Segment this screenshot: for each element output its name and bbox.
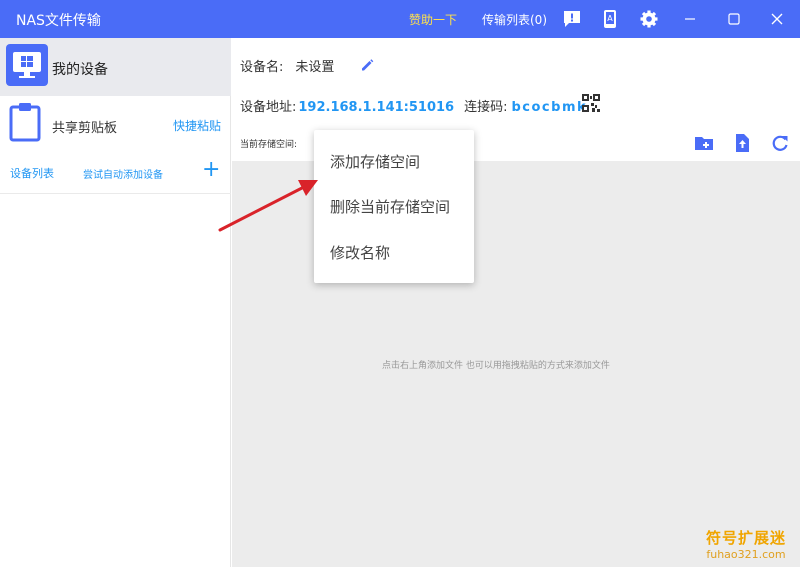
annotation-arrow [218, 180, 318, 232]
device-list-label[interactable]: 设备列表 [10, 165, 54, 181]
maximize-icon[interactable] [724, 9, 744, 29]
menu-item-rename[interactable]: 修改名称 [330, 242, 390, 263]
feedback-icon[interactable] [562, 9, 582, 29]
device-name-value: 未设置 [295, 60, 335, 75]
sponsor-link[interactable]: 赞助一下 [409, 11, 457, 28]
qr-code-icon[interactable] [582, 94, 600, 112]
upload-file-icon[interactable] [732, 133, 752, 153]
watermark: 符号扩展迷 fuhao321.com [700, 527, 792, 563]
sidebar-item-my-device[interactable]: 我的设备 [0, 38, 231, 96]
svg-text:A: A [607, 14, 613, 23]
empty-hint: 点击右上角添加文件 也可以用拖拽粘贴的方式来添加文件 [382, 361, 610, 371]
title-bar: NAS文件传输 赞助一下 传输列表(0) A [0, 0, 800, 38]
shared-clipboard-label: 共享剪贴板 [52, 121, 118, 136]
menu-item-add-storage[interactable]: 添加存储空间 [330, 151, 420, 172]
clipboard-icon [8, 102, 42, 142]
refresh-icon[interactable] [770, 133, 790, 153]
main-panel: 设备名: 未设置 设备地址: 192.168.1.141:51016 连接码: bcoc… [232, 38, 800, 567]
minimize-icon[interactable] [680, 9, 700, 29]
phone-icon[interactable]: A [600, 9, 620, 29]
device-list-header: 设备列表 尝试自动添加设备 + [0, 154, 231, 194]
connection-code-value: bcocbmk [511, 100, 588, 115]
watermark-url: fuhao321.com [706, 548, 786, 561]
connection-code-label: 连接码: [464, 100, 508, 115]
auto-add-device-link[interactable]: 尝试自动添加设备 [83, 166, 163, 181]
quick-paste-link[interactable]: 快捷粘贴 [173, 117, 221, 134]
device-address-label: 设备地址: [240, 100, 297, 115]
my-device-label: 我的设备 [52, 62, 108, 78]
monitor-icon [6, 44, 48, 86]
sidebar-item-shared-clipboard[interactable]: 共享剪贴板 快捷粘贴 [0, 96, 231, 154]
device-name-label: 设备名: [240, 60, 284, 75]
sidebar: 我的设备 共享剪贴板 快捷粘贴 设备列表 尝试自动添加设备 + [0, 38, 231, 567]
device-address-value: 192.168.1.141:51016 [298, 100, 455, 115]
watermark-text: 符号扩展迷 [705, 529, 786, 547]
transfer-list-link[interactable]: 传输列表(0) [482, 11, 547, 28]
device-name-row: 设备名: 未设置 [240, 56, 334, 75]
app-title: NAS文件传输 [16, 13, 101, 29]
device-address-row: 设备地址: 192.168.1.141:51016 连接码: bcocbmk [240, 96, 587, 115]
current-storage-label: 当前存储空间: [240, 140, 298, 150]
edit-icon[interactable] [360, 57, 374, 71]
close-icon[interactable] [767, 9, 787, 29]
storage-context-menu: 添加存储空间 删除当前存储空间 修改名称 [314, 130, 474, 283]
settings-icon[interactable] [639, 9, 659, 29]
menu-item-delete-storage[interactable]: 删除当前存储空间 [330, 196, 450, 217]
add-folder-icon[interactable] [694, 133, 714, 153]
